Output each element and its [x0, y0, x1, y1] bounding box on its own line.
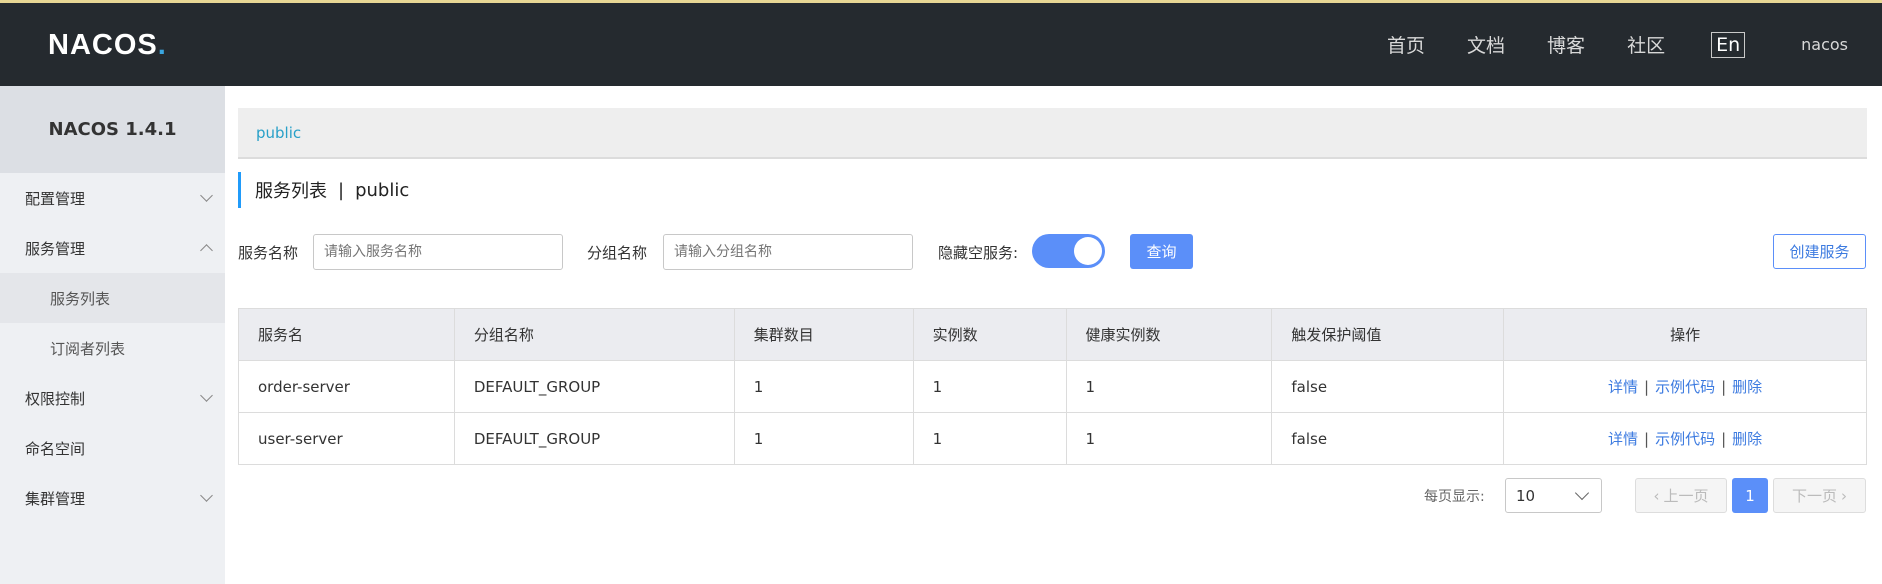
chevron-down-icon: [1574, 485, 1590, 501]
op-separator: |: [1644, 378, 1650, 396]
chevron-up-icon: [200, 244, 213, 257]
nav-home[interactable]: 首页: [1387, 31, 1425, 58]
logo-text: NACOS: [48, 29, 158, 61]
page-title-text: 服务列表: [255, 181, 327, 202]
toggle-knob: [1074, 237, 1102, 265]
sidebar-item-namespace[interactable]: 命名空间: [0, 423, 225, 473]
page-title-namespace: public: [355, 179, 410, 201]
namespace-bar: public: [238, 108, 1867, 159]
group-name-label: 分组名称: [587, 243, 648, 262]
column-header: 分组名称: [453, 308, 735, 361]
hide-empty-label: 隐藏空服务:: [938, 243, 1019, 262]
cell-service-name: order-server: [238, 360, 455, 413]
cell-instance-count: 1: [912, 412, 1067, 465]
chevron-right-icon: ›: [1841, 486, 1847, 505]
op-separator: |: [1721, 430, 1727, 448]
sidebar-item-config-management[interactable]: 配置管理: [0, 173, 225, 223]
column-header: 触发保护阈值: [1271, 308, 1505, 361]
sidebar-item-label: 集群管理: [25, 489, 86, 508]
namespace-public-link[interactable]: public: [256, 124, 301, 142]
cell-healthy-count: 1: [1065, 412, 1273, 465]
cell-operations: 详情 | 示例代码 | 删除: [1503, 360, 1867, 413]
cell-healthy-count: 1: [1065, 360, 1273, 413]
sidebar-item-label: 配置管理: [25, 189, 86, 208]
sidebar-item-label: 权限控制: [25, 389, 86, 408]
delete-link[interactable]: 删除: [1732, 430, 1762, 448]
service-table: 服务名 分组名称 集群数目 实例数 健康实例数 触发保护阈值 操作 order-…: [238, 308, 1867, 465]
service-name-input[interactable]: [313, 234, 563, 270]
page-title-separator: |: [338, 179, 345, 201]
sidebar-item-access-control[interactable]: 权限控制: [0, 373, 225, 423]
main-content: public 服务列表 | public 服务名称 分组名称 隐藏空服务: 查询…: [225, 86, 1882, 584]
query-button[interactable]: 查询: [1130, 234, 1193, 269]
page-size-value: 10: [1516, 487, 1536, 505]
sample-code-link[interactable]: 示例代码: [1655, 378, 1715, 396]
service-name-label: 服务名称: [238, 243, 299, 262]
nav-blog[interactable]: 博客: [1547, 31, 1585, 58]
group-name-input[interactable]: [663, 234, 913, 270]
sidebar-version: NACOS 1.4.1: [0, 86, 225, 173]
prev-page-label: 上一页: [1663, 487, 1709, 505]
per-page-label: 每页显示:: [1424, 489, 1485, 505]
sidebar-item-service-list[interactable]: 服务列表: [0, 273, 225, 323]
sidebar: NACOS 1.4.1 配置管理 服务管理 服务列表 订阅者列表 权限控制 命名…: [0, 86, 225, 584]
prev-page-button[interactable]: ‹ 上一页: [1635, 478, 1727, 513]
table-row: user-server DEFAULT_GROUP 1 1 1 false 详情…: [238, 412, 1867, 465]
op-separator: |: [1721, 378, 1727, 396]
chevron-down-icon: [200, 189, 213, 202]
cell-threshold: false: [1271, 360, 1505, 413]
nacos-logo[interactable]: NACOS.: [48, 29, 167, 62]
hide-empty-toggle[interactable]: [1032, 234, 1105, 268]
top-navbar: NACOS. 首页 文档 博客 社区 En nacos: [0, 0, 1882, 86]
next-page-button[interactable]: 下一页 ›: [1773, 478, 1866, 513]
cell-group-name: DEFAULT_GROUP: [453, 360, 735, 413]
chevron-left-icon: ‹: [1653, 486, 1660, 505]
cell-service-name: user-server: [238, 412, 455, 465]
column-header: 服务名: [238, 308, 455, 361]
nav-docs[interactable]: 文档: [1467, 31, 1505, 58]
table-row: order-server DEFAULT_GROUP 1 1 1 false 详…: [238, 360, 1867, 413]
sidebar-item-subscriber-list[interactable]: 订阅者列表: [0, 323, 225, 373]
nav-community[interactable]: 社区: [1627, 31, 1665, 58]
cell-cluster-count: 1: [733, 360, 914, 413]
table-header-row: 服务名 分组名称 集群数目 实例数 健康实例数 触发保护阈值 操作: [238, 308, 1867, 361]
cell-cluster-count: 1: [733, 412, 914, 465]
cell-group-name: DEFAULT_GROUP: [453, 412, 735, 465]
create-service-button[interactable]: 创建服务: [1773, 234, 1866, 269]
user-name[interactable]: nacos: [1801, 35, 1848, 54]
detail-link[interactable]: 详情: [1608, 378, 1638, 396]
column-header: 操作: [1503, 308, 1867, 361]
detail-link[interactable]: 详情: [1608, 430, 1638, 448]
cell-operations: 详情 | 示例代码 | 删除: [1503, 412, 1867, 465]
current-page-button[interactable]: 1: [1732, 478, 1768, 513]
sidebar-item-service-management[interactable]: 服务管理: [0, 223, 225, 273]
top-nav-links: 首页 文档 博客 社区 En nacos: [1387, 3, 1882, 86]
op-separator: |: [1644, 430, 1650, 448]
page-size-select[interactable]: 10: [1505, 478, 1602, 513]
delete-link[interactable]: 删除: [1732, 378, 1762, 396]
column-header: 集群数目: [733, 308, 914, 361]
cell-instance-count: 1: [912, 360, 1067, 413]
chevron-down-icon: [200, 389, 213, 402]
sidebar-item-label: 服务管理: [25, 239, 86, 258]
column-header: 实例数: [912, 308, 1067, 361]
next-page-label: 下一页: [1791, 487, 1837, 505]
page-title: 服务列表 | public: [238, 172, 409, 208]
sidebar-item-label: 命名空间: [25, 439, 86, 458]
language-switch-button[interactable]: En: [1711, 31, 1746, 58]
chevron-down-icon: [200, 489, 213, 502]
sample-code-link[interactable]: 示例代码: [1655, 430, 1715, 448]
cell-threshold: false: [1271, 412, 1505, 465]
column-header: 健康实例数: [1065, 308, 1273, 361]
sidebar-item-cluster-management[interactable]: 集群管理: [0, 473, 225, 523]
